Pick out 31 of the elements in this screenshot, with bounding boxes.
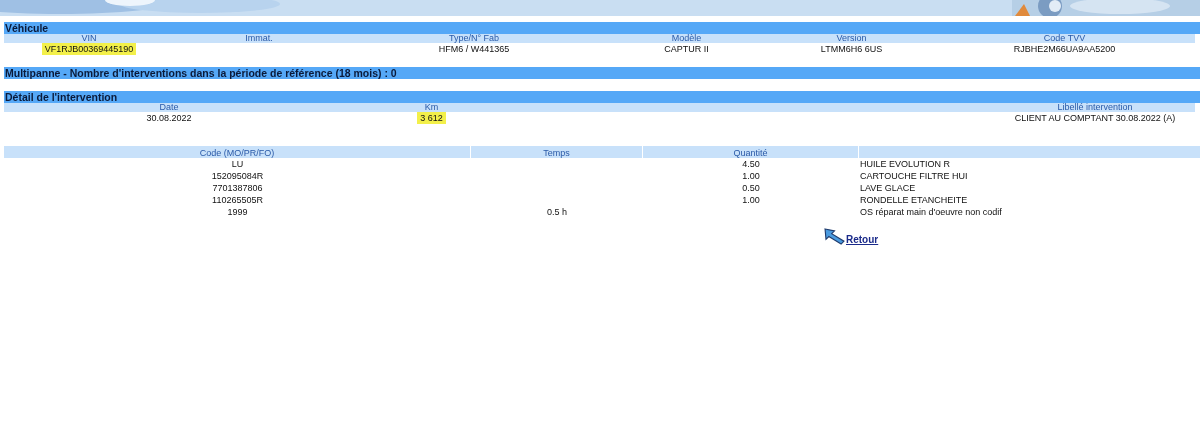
table-cell: OS réparat main d'oeuvre non codif: [860, 207, 1002, 217]
table-cell: 0.50: [742, 183, 760, 193]
field-value: CAPTUR II: [663, 43, 710, 55]
table-cell: 7701387806: [212, 183, 263, 193]
table-cell: LU: [231, 159, 244, 169]
arrow-icon[interactable]: [823, 228, 846, 245]
column-header: Quantité: [643, 146, 858, 158]
field-value: LTMM6H6 6US: [819, 43, 884, 55]
section-title: Détail de l'intervention: [4, 91, 1200, 103]
field-value: 30.08.2022: [145, 112, 193, 124]
column-header: Code (MO/PR/FO): [4, 146, 470, 158]
table-cell: 1.00: [742, 171, 760, 181]
table-cell: LAVE GLACE: [860, 183, 916, 193]
table-cell: CARTOUCHE FILTRE HUI: [860, 171, 968, 181]
table-cell: 0.5 h: [547, 207, 567, 217]
section-title: Véhicule: [4, 22, 1200, 34]
section-title: Multipanne - Nombre d'interventions dans la période de référence (18 mois) : 0: [4, 67, 1200, 79]
table-cell: 110265505R: [212, 195, 263, 205]
field-value: 3 612: [417, 112, 446, 124]
column-header: Temps: [471, 146, 642, 158]
table-cell: HUILE EVOLUTION R: [860, 159, 951, 169]
back-link[interactable]: Retour: [846, 234, 879, 245]
field-value: CLIENT AU COMPTANT 30.08.2022 (A): [1013, 112, 1177, 124]
table-cell: 4.50: [742, 159, 760, 169]
table-cell: RONDELLE ETANCHEITE: [860, 195, 968, 205]
field-value: VF1RJB00369445190: [41, 43, 137, 55]
table-cell: 152095084R: [211, 171, 264, 181]
field-value: HFM6 / W441365: [437, 43, 511, 55]
table-cell: 1.00: [742, 195, 760, 205]
field-value: RJBHE2M66UA9AA5200: [1012, 43, 1117, 55]
table-cell: 1999: [227, 207, 248, 217]
